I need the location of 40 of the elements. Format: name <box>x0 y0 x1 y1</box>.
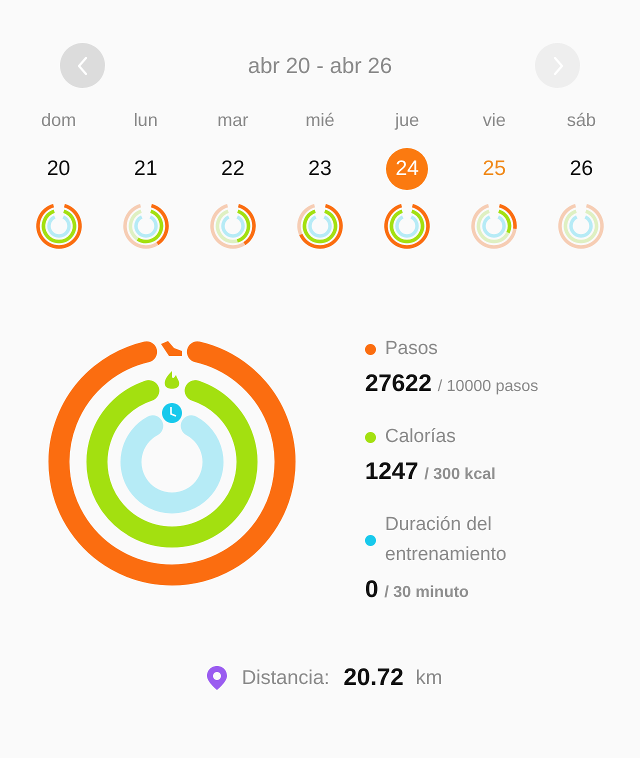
metric-label: Duración del entrenamiento <box>385 513 508 567</box>
distance-unit: km <box>416 666 442 690</box>
weekday-label: jue <box>395 109 420 132</box>
activity-rings-drawing <box>208 202 257 250</box>
weekday-label: lun <box>134 109 158 132</box>
metric-goal: / 300 kcal <box>424 466 496 484</box>
distance-label: Distancia: <box>242 666 330 690</box>
date-range-title: abr 20 - abr 26 <box>248 52 392 78</box>
weekday-label: sáb <box>566 109 596 132</box>
activity-rings-drawing <box>383 202 432 250</box>
activity-rings-drawing <box>557 202 606 250</box>
metric-value: 1247 <box>365 458 418 486</box>
metric-goal: / 10000 pasos <box>438 378 538 396</box>
activity-rings-drawing <box>34 202 83 250</box>
distance-value: 20.72 <box>344 664 404 692</box>
legend-dot <box>365 534 376 546</box>
day-number[interactable]: 22 <box>212 148 254 190</box>
activity-rings-drawing <box>470 202 518 250</box>
activity-rings-drawing <box>122 202 170 250</box>
day-number[interactable]: 21 <box>124 148 167 190</box>
metric-value: 27622 <box>365 370 432 398</box>
weekday-label: mié <box>305 109 334 132</box>
weekday-label: dom <box>41 109 76 132</box>
flame-icon <box>164 371 180 389</box>
activity-rings-drawing <box>296 202 344 250</box>
metric-goal: / 30 minuto <box>384 584 469 602</box>
weekday-label: vie <box>482 109 506 132</box>
day-number[interactable]: 26 <box>560 148 602 190</box>
day-number[interactable]: 23 <box>298 148 341 190</box>
clock-icon <box>162 403 182 423</box>
legend-dot <box>365 344 376 354</box>
metric-label: Calorías <box>385 425 456 449</box>
day-number[interactable]: 20 <box>38 148 80 190</box>
chevron-prev-icon <box>76 56 88 76</box>
metric-label: Pasos <box>385 337 438 361</box>
prev-button[interactable] <box>60 43 105 88</box>
weekday-label: mar <box>217 109 248 132</box>
location-pin-icon <box>206 665 228 691</box>
metric-value: 0 <box>365 576 378 604</box>
legend-dot <box>365 432 376 442</box>
